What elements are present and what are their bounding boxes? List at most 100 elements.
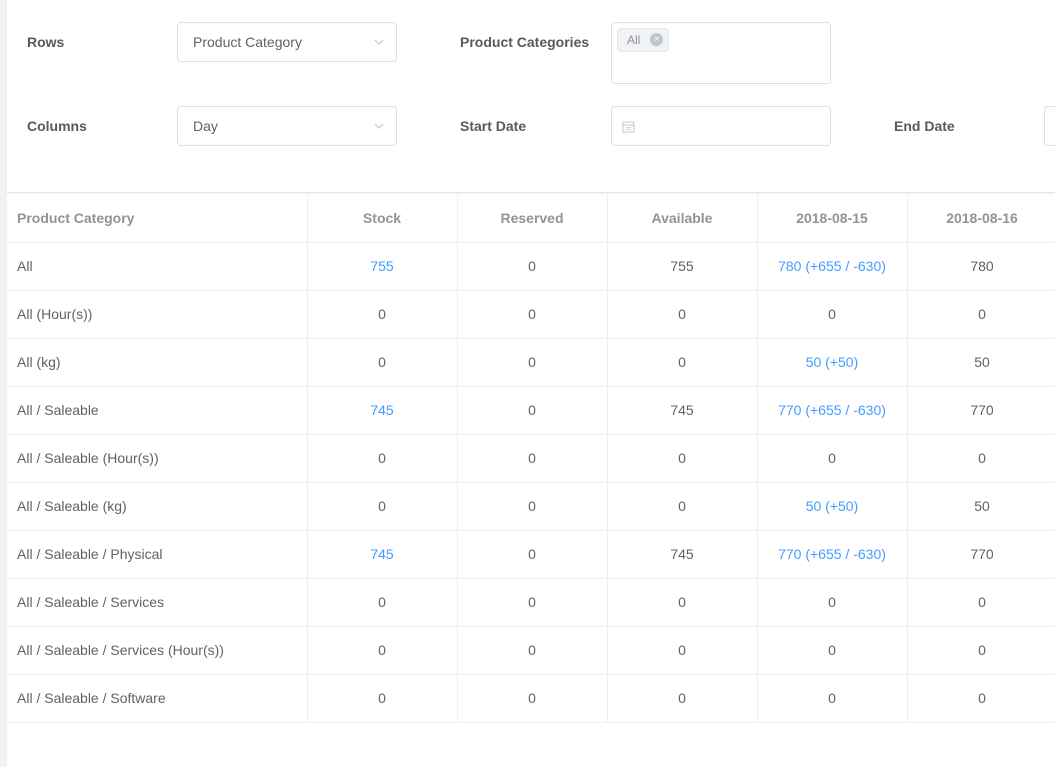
- value-cell: 0: [457, 482, 608, 531]
- filter-panel: Rows Product Category Product Categories…: [7, 0, 1055, 193]
- calendar-icon: [622, 121, 635, 133]
- value-cell: 755: [607, 242, 758, 291]
- value-link[interactable]: 745: [370, 402, 393, 418]
- chevron-down-icon: [374, 123, 384, 129]
- category-cell: All / Saleable / Physical: [7, 530, 308, 579]
- value-cell: 0: [307, 338, 458, 387]
- value-cell: 745: [607, 530, 758, 579]
- column-header[interactable]: Available: [607, 194, 758, 243]
- value-cell: 0: [757, 674, 908, 723]
- value-cell: 0: [307, 578, 458, 627]
- value-cell: 0: [307, 434, 458, 483]
- rows-label: Rows: [27, 34, 65, 50]
- value-cell: 50: [907, 482, 1055, 531]
- value-cell: 0: [757, 290, 908, 339]
- sidebar-edge: [0, 0, 7, 767]
- table-row: All / Saleable (Hour(s)) 0 0 0 0 0: [7, 434, 1055, 483]
- value-cell: 0: [607, 434, 758, 483]
- value-cell: 0: [607, 290, 758, 339]
- value-cell: 0: [757, 434, 908, 483]
- start-date-label: Start Date: [460, 118, 527, 134]
- value-cell: 0: [307, 482, 458, 531]
- category-cell: All (kg): [7, 338, 308, 387]
- value-cell: 50: [907, 338, 1055, 387]
- value-cell: 0: [457, 242, 608, 291]
- value-cell: 0: [607, 482, 758, 531]
- column-header[interactable]: Stock: [307, 194, 458, 243]
- stock-report-page: Rows Product Category Product Categories…: [0, 0, 1055, 767]
- category-cell: All / Saleable / Services (Hour(s)): [7, 626, 308, 675]
- value-cell: 0: [457, 338, 608, 387]
- value-cell: 0: [307, 290, 458, 339]
- value-cell: 0: [457, 434, 608, 483]
- column-header[interactable]: 2018-08-15: [757, 194, 908, 243]
- table-row: All (kg) 0 0 0 50 (+50) 50: [7, 338, 1055, 387]
- table-header-row: Product Category Stock Reserved Available 20…: [7, 194, 1055, 243]
- close-circle-icon[interactable]: ×: [650, 33, 664, 46]
- value-link[interactable]: 780 (+655 / -630): [778, 258, 886, 274]
- value-cell: 0: [457, 626, 608, 675]
- value-cell: 0: [907, 434, 1055, 483]
- value-link[interactable]: 770 (+655 / -630): [778, 546, 886, 562]
- value-cell: 770: [907, 530, 1055, 579]
- value-cell: 0: [907, 674, 1055, 723]
- start-date-picker[interactable]: [611, 106, 831, 146]
- table-body: All 755 0 755 780 (+655 / -630) 780 All (Hour(…: [7, 242, 1055, 723]
- stock-table: Product Category Stock Reserved Available 20…: [7, 194, 1055, 723]
- value-cell: 0: [457, 578, 608, 627]
- category-cell: All / Saleable (Hour(s)): [7, 434, 308, 483]
- value-cell: 770 (+655 / -630): [757, 530, 908, 579]
- chevron-down-icon: [374, 39, 384, 45]
- value-link[interactable]: 50 (+50): [806, 354, 859, 370]
- category-cell: All / Saleable / Software: [7, 674, 308, 723]
- product-categories-select[interactable]: All ×: [611, 22, 831, 84]
- value-cell: 0: [307, 626, 458, 675]
- table-row: All / Saleable / Services (Hour(s)) 0 0 0 0 0: [7, 626, 1055, 675]
- value-cell: 0: [907, 626, 1055, 675]
- rows-select[interactable]: Product Category: [177, 22, 397, 62]
- rows-select-value: Product Category: [193, 34, 302, 50]
- category-cell: All / Saleable: [7, 386, 308, 435]
- end-date-picker[interactable]: [1044, 106, 1055, 146]
- value-link[interactable]: 770 (+655 / -630): [778, 402, 886, 418]
- category-cell: All (Hour(s)): [7, 290, 308, 339]
- value-cell: 0: [607, 578, 758, 627]
- value-cell: 780 (+655 / -630): [757, 242, 908, 291]
- table-row: All 755 0 755 780 (+655 / -630) 780: [7, 242, 1055, 291]
- value-cell: 0: [457, 386, 608, 435]
- table-row: All / Saleable 745 0 745 770 (+655 / -630) 77…: [7, 386, 1055, 435]
- value-cell: 0: [307, 674, 458, 723]
- value-cell: 0: [907, 290, 1055, 339]
- value-cell: 50 (+50): [757, 338, 908, 387]
- category-tag-label: All: [627, 33, 641, 47]
- table-row: All / Saleable / Software 0 0 0 0 0: [7, 674, 1055, 723]
- category-cell: All: [7, 242, 308, 291]
- table-row: All / Saleable (kg) 0 0 0 50 (+50) 50: [7, 482, 1055, 531]
- value-cell: 745: [607, 386, 758, 435]
- column-header[interactable]: Reserved: [457, 194, 608, 243]
- product-categories-label: Product Categories: [460, 34, 590, 50]
- value-link[interactable]: 745: [370, 546, 393, 562]
- category-cell: All / Saleable / Services: [7, 578, 308, 627]
- columns-select-value: Day: [193, 118, 218, 134]
- table-row: All / Saleable / Physical 745 0 745 770 (+65…: [7, 530, 1055, 579]
- column-header[interactable]: Product Category: [7, 194, 308, 243]
- value-cell: 0: [457, 290, 608, 339]
- value-cell: 745: [307, 386, 458, 435]
- columns-select[interactable]: Day: [177, 106, 397, 146]
- category-cell: All / Saleable (kg): [7, 482, 308, 531]
- value-cell: 780: [907, 242, 1055, 291]
- columns-label: Columns: [27, 118, 87, 134]
- value-cell: 50 (+50): [757, 482, 908, 531]
- value-link[interactable]: 50 (+50): [806, 498, 859, 514]
- value-cell: 0: [757, 578, 908, 627]
- value-cell: 0: [607, 626, 758, 675]
- end-date-label: End Date: [894, 118, 955, 134]
- value-cell: 755: [307, 242, 458, 291]
- table-row: All (Hour(s)) 0 0 0 0 0: [7, 290, 1055, 339]
- value-cell: 0: [457, 674, 608, 723]
- table-row: All / Saleable / Services 0 0 0 0 0: [7, 578, 1055, 627]
- value-cell: 770 (+655 / -630): [757, 386, 908, 435]
- value-link[interactable]: 755: [370, 258, 393, 274]
- column-header[interactable]: 2018-08-16: [907, 194, 1055, 243]
